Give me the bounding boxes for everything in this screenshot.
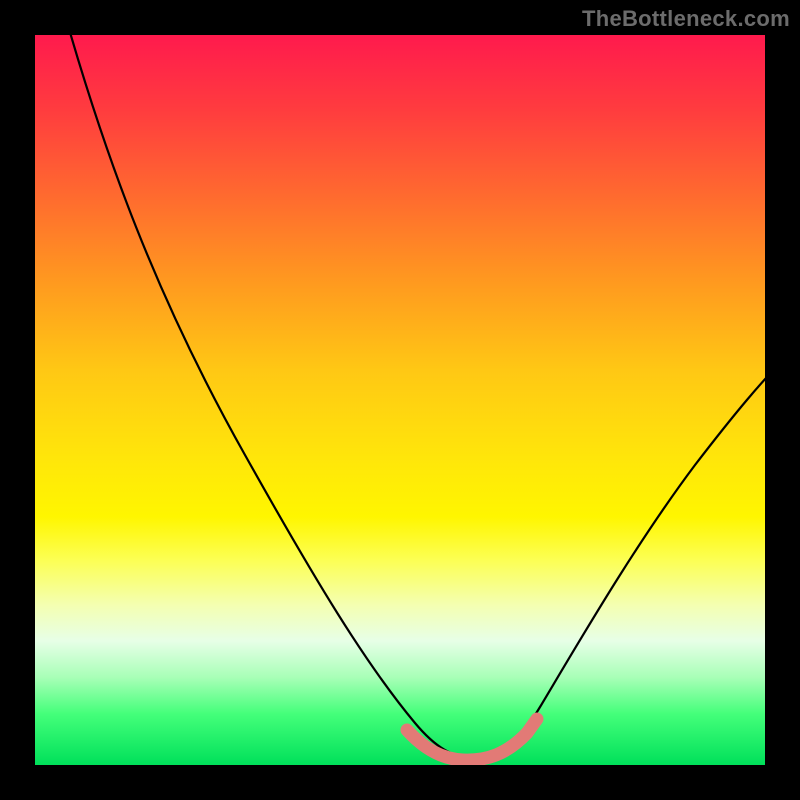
optimal-zone-highlight — [407, 719, 537, 760]
bottleneck-curve — [65, 35, 765, 759]
chart-svg — [35, 35, 765, 765]
watermark-label: TheBottleneck.com — [582, 6, 790, 32]
chart-plot-area — [35, 35, 765, 765]
chart-frame: TheBottleneck.com — [0, 0, 800, 800]
